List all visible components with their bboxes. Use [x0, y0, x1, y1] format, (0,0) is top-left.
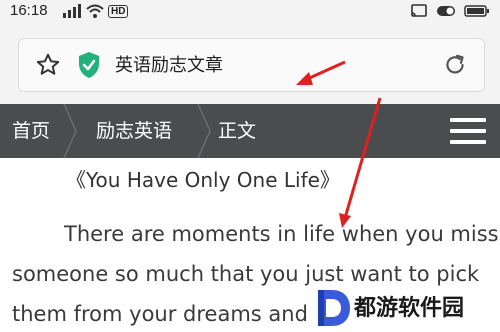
- annotation-arrows: [296, 60, 382, 228]
- arrow-to-article: [339, 97, 382, 228]
- watermark-logo-icon: [318, 290, 350, 326]
- arrow-to-address-bar: [296, 60, 346, 85]
- watermark-text: 都游软件园: [354, 296, 465, 321]
- site-watermark: 都游软件园: [314, 284, 500, 332]
